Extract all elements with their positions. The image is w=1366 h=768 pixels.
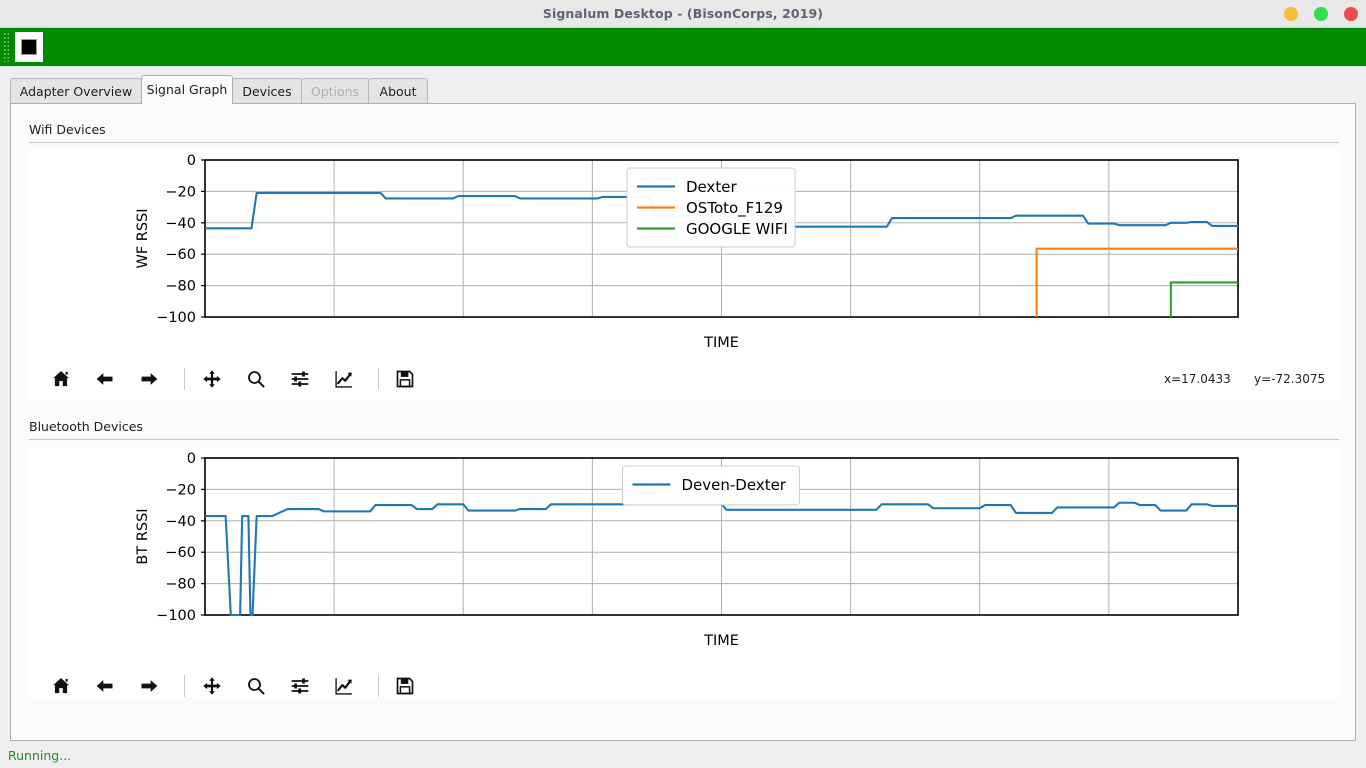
stop-scan-button[interactable] <box>15 32 43 62</box>
arrow-right-icon-glyph <box>141 373 158 385</box>
arrow-right-icon-glyph <box>141 680 158 692</box>
wifi-cursor-x-readout: x=17.0433 <box>1164 372 1231 386</box>
tab-options: Options <box>301 78 369 104</box>
magnifier-icon-glyph <box>248 678 265 695</box>
tab-devices[interactable]: Devices <box>232 78 302 104</box>
stop-square-icon <box>21 39 37 55</box>
svg-text:−100: −100 <box>156 310 196 326</box>
sliders-icon[interactable] <box>283 362 317 396</box>
floppy-save-icon[interactable] <box>388 362 422 396</box>
line-chart-icon[interactable] <box>327 362 361 396</box>
arrow-left-icon[interactable] <box>88 362 122 396</box>
tab-adapter-overview[interactable]: Adapter Overview <box>10 78 142 104</box>
svg-text:TIME: TIME <box>703 335 739 351</box>
line-chart-icon[interactable] <box>327 669 361 703</box>
home-icon-glyph <box>53 371 69 387</box>
sliders-icon[interactable] <box>283 669 317 703</box>
svg-text:GOOGLE WIFI: GOOGLE WIFI <box>686 220 788 238</box>
toolbar-drag-handle[interactable] <box>3 32 10 62</box>
bluetooth-chart-navigation-toolbar <box>29 669 1339 707</box>
toolbar-separator-2 <box>378 675 379 697</box>
window-title-bar: Signalum Desktop - (BisonCorps, 2019) <box>0 0 1366 28</box>
svg-text:−60: −60 <box>165 247 196 263</box>
svg-text:OSToto_F129: OSToto_F129 <box>686 199 783 218</box>
sliders-icon-glyph <box>291 678 309 694</box>
bluetooth-group-divider <box>29 439 1339 440</box>
svg-text:0: 0 <box>187 451 196 467</box>
svg-text:Deven-Dexter: Deven-Dexter <box>682 476 787 494</box>
toolbar-separator-1 <box>184 675 185 697</box>
arrow-left-icon[interactable] <box>88 669 122 703</box>
status-bar: Running... <box>0 744 1366 768</box>
tab-about[interactable]: About <box>368 78 428 104</box>
svg-text:−60: −60 <box>165 545 196 561</box>
window-minimize-button[interactable] <box>1284 7 1298 21</box>
svg-text:−20: −20 <box>165 482 196 498</box>
svg-text:−100: −100 <box>156 608 196 624</box>
window-maximize-button[interactable] <box>1314 7 1328 21</box>
app-toolbar <box>0 28 1366 66</box>
tab-bar: Adapter Overview Signal Graph Devices Op… <box>0 66 1366 104</box>
svg-text:−40: −40 <box>165 216 196 232</box>
arrow-right-icon[interactable] <box>132 362 166 396</box>
svg-text:−20: −20 <box>165 184 196 200</box>
home-icon[interactable] <box>44 362 78 396</box>
svg-text:BT RSSI: BT RSSI <box>135 508 151 564</box>
bluetooth-devices-group-label: Bluetooth Devices <box>29 419 143 434</box>
magnifier-icon-glyph <box>248 371 265 388</box>
home-icon[interactable] <box>44 669 78 703</box>
magnifier-icon[interactable] <box>239 669 273 703</box>
arrow-left-icon-glyph <box>96 680 113 692</box>
pan-move-icon-glyph <box>203 370 221 388</box>
sliders-icon-glyph <box>291 371 309 387</box>
floppy-save-icon-glyph <box>396 370 414 388</box>
tab-signal-graph[interactable]: Signal Graph <box>141 75 233 104</box>
toolbar-separator-1 <box>184 368 185 390</box>
pan-move-icon-glyph <box>203 677 221 695</box>
arrow-left-icon-glyph <box>96 373 113 385</box>
line-chart-icon-glyph <box>335 371 352 388</box>
svg-text:−80: −80 <box>165 279 196 295</box>
svg-text:Dexter: Dexter <box>686 178 738 196</box>
toolbar-separator-2 <box>378 368 379 390</box>
magnifier-icon[interactable] <box>239 362 273 396</box>
svg-text:TIME: TIME <box>703 633 739 649</box>
svg-text:−80: −80 <box>165 577 196 593</box>
window-title: Signalum Desktop - (BisonCorps, 2019) <box>542 6 824 21</box>
arrow-right-icon[interactable] <box>132 669 166 703</box>
window-close-button[interactable] <box>1344 7 1358 21</box>
svg-text:0: 0 <box>187 153 196 169</box>
svg-text:WF RSSI: WF RSSI <box>135 208 151 268</box>
line-chart-icon-glyph <box>335 678 352 695</box>
status-message: Running... <box>8 748 72 763</box>
wifi-cursor-y-readout: y=-72.3075 <box>1254 372 1326 386</box>
pan-move-icon[interactable] <box>195 669 229 703</box>
wifi-group-divider <box>29 142 1339 143</box>
floppy-save-icon[interactable] <box>388 669 422 703</box>
pan-move-icon[interactable] <box>195 362 229 396</box>
signal-graph-panel: Wifi Devices 0 −20 −40 −60 −80 −100 TIME WF RSS… <box>10 103 1356 741</box>
floppy-save-icon-glyph <box>396 677 414 695</box>
svg-text:−40: −40 <box>165 514 196 530</box>
bluetooth-chart-svg: 0 −20 −40 −60 −80 −100 TIME BT RSSI Deven-Dexter <box>29 448 1339 698</box>
wifi-chart-navigation-toolbar: x=17.0433 y=-72.3075 <box>29 362 1339 400</box>
bluetooth-signal-chart[interactable]: 0 −20 −40 −60 −80 −100 TIME BT RSSI Deven-Dexter <box>29 448 1339 698</box>
home-icon-glyph <box>53 678 69 694</box>
wifi-devices-group-label: Wifi Devices <box>29 122 106 137</box>
